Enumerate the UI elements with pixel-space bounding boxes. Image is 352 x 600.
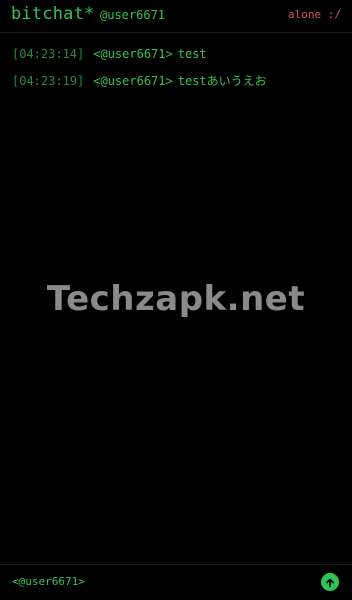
message-sender[interactable]: <@user6671>	[93, 47, 172, 61]
composer-prompt: <@user6671>	[12, 575, 85, 588]
nickname-field[interactable]: @user6671	[100, 8, 165, 22]
watermark: Techzapk.net	[46, 279, 306, 319]
message-text: test	[177, 47, 207, 61]
message-item: [04:23:19] <@user6671> testあいうえお	[12, 72, 267, 89]
message-timestamp: [04:23:19]	[12, 74, 85, 88]
message-text: testあいうえお	[177, 74, 267, 88]
message-input[interactable]	[90, 571, 314, 593]
send-button[interactable]	[321, 573, 339, 591]
app-title[interactable]: bitchat*	[11, 4, 94, 24]
composer-bar: <@user6671>	[0, 564, 352, 600]
message-sender[interactable]: <@user6671>	[93, 74, 172, 88]
arrow-up-icon	[325, 573, 335, 592]
message-timestamp: [04:23:14]	[12, 47, 85, 61]
header-bar: bitchat* @user6671 alone :/	[0, 0, 352, 33]
message-item: [04:23:14] <@user6671> test	[12, 47, 207, 61]
peer-status[interactable]: alone :/	[288, 8, 341, 21]
